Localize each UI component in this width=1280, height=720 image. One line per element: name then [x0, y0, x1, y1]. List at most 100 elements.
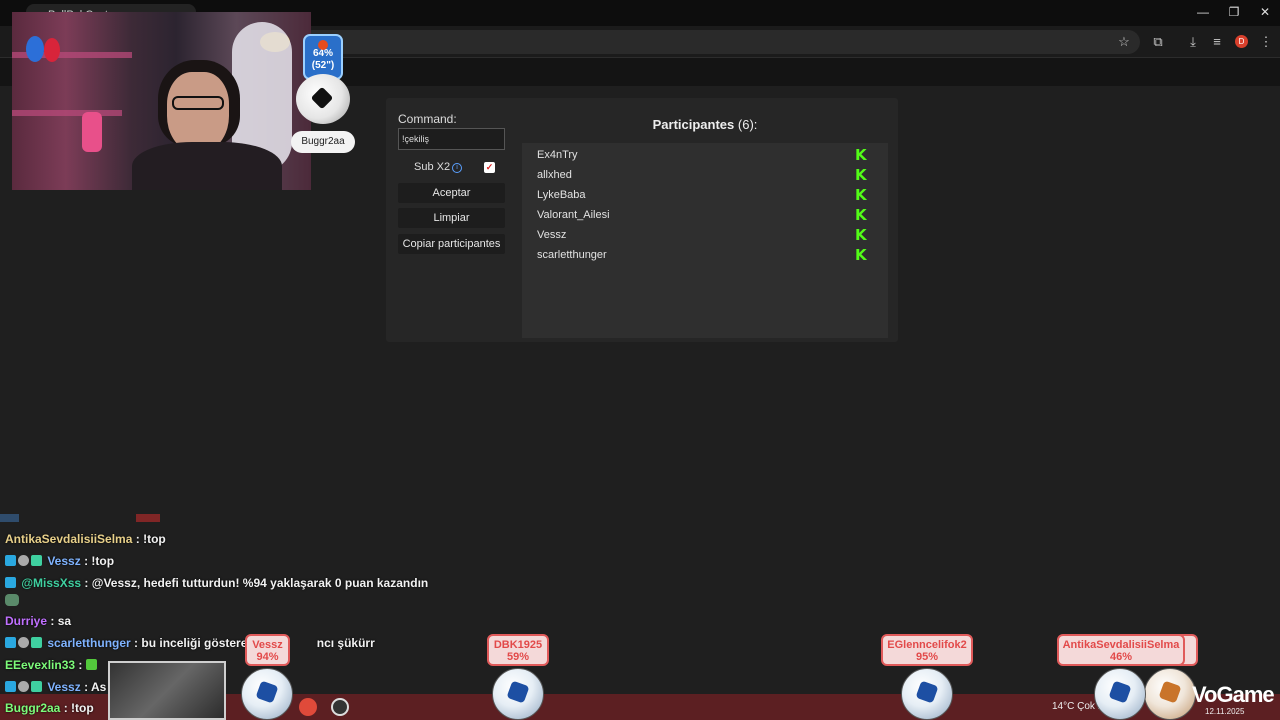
chat-message: @MissXss : @Vessz, hedefi tutturdun! %94… [5, 576, 428, 590]
participant-name: Valorant_Ailesi [537, 209, 610, 221]
participants-title: Participantes (6): [522, 117, 888, 132]
badge-icon [5, 555, 16, 566]
window-preview-thumbnail[interactable] [108, 661, 226, 720]
sub-x2-checkbox[interactable]: ✓ [484, 162, 495, 173]
menu-kebab-icon[interactable]: ⋮ [1257, 33, 1275, 51]
chat-text: : !top [84, 554, 115, 568]
ball-pct: 94% [256, 651, 279, 663]
badge-icon [5, 681, 16, 692]
clear-button[interactable]: Limpiar [398, 208, 505, 228]
ball-user: AntikaSevdalisiiSelma [1062, 639, 1180, 651]
chat-message: AntikaSevdalisiiSelma : !top [5, 532, 166, 546]
chat-text: : @Vessz, hedefi tutturdun! %94 yaklaşar… [84, 576, 429, 590]
ball-pct: 59% [506, 651, 530, 663]
emote-icon [85, 659, 97, 670]
ball-pct: 46% [1109, 651, 1133, 663]
ball-label: Vessz 94% [245, 634, 290, 666]
badge-icon [31, 637, 42, 648]
chat-text: : !top [63, 701, 94, 715]
chat-message: Durriye : sa [5, 614, 71, 628]
soccer-ball-icon [901, 668, 953, 720]
kick-icon: K [855, 246, 867, 264]
participants-list: Ex4nTry K allxhed K LykeBaba K Valorant_Ail… [522, 143, 888, 338]
streamer-face [167, 72, 229, 152]
chat-user: Buggr2aa [5, 701, 61, 715]
chat-message: Buggr2aa : !top [5, 701, 94, 715]
kick-icon: K [855, 206, 867, 224]
chat-cutoff-line [0, 514, 160, 522]
chat-message: Vessz : As ng [5, 680, 124, 694]
command-input[interactable] [398, 128, 505, 150]
kick-icon: K [855, 146, 867, 164]
kick-icon: K [855, 166, 867, 184]
copy-participants-button[interactable]: Copiar participantes [398, 234, 505, 254]
participant-row[interactable]: Valorant_Ailesi K [537, 205, 877, 225]
chat-text: : sa [50, 614, 72, 628]
reading-list-icon[interactable]: ≡ [1208, 33, 1226, 51]
badge-icon [18, 637, 29, 648]
ball-user: EGlenncelifok2 [887, 639, 967, 651]
address-bar[interactable] [300, 30, 1140, 54]
badge-icon [18, 555, 29, 566]
participant-row[interactable]: allxhed K [537, 165, 877, 185]
emote-icon [5, 594, 19, 606]
participant-row[interactable]: Ex4nTry K [537, 145, 877, 165]
chat-user: EEevexlin33 [5, 658, 76, 672]
soccer-ball-icon [241, 668, 293, 720]
badge-icon [5, 577, 16, 588]
participant-name: LykeBaba [537, 189, 586, 201]
participant-row[interactable]: Vessz K [537, 225, 877, 245]
sub-x2-label: Sub X2 [414, 161, 451, 173]
soccer-ball-icon [1144, 668, 1196, 720]
chrome-taskbar-icon[interactable] [299, 698, 317, 716]
chat-message: scarletthunger : bu inceliği gösteren ncı… [5, 636, 375, 650]
command-label: Command: [398, 112, 457, 126]
chat-text: : !top [135, 532, 166, 546]
soccer-ball-icon [1094, 668, 1146, 720]
soccer-ball-icon [296, 74, 350, 124]
participant-row[interactable]: LykeBaba K [537, 185, 877, 205]
toy-egg [44, 38, 60, 62]
clock-date[interactable]: 12.11.2025 [1205, 707, 1244, 716]
profile-avatar[interactable]: D [1235, 35, 1248, 48]
badge-icon [18, 681, 29, 692]
participants-label: Participantes [652, 117, 735, 132]
badge-icon [31, 681, 42, 692]
brand-watermark: VoGame [1192, 682, 1275, 707]
participant-name: Vessz [537, 229, 567, 241]
chat-user: scarletthunger [47, 636, 131, 650]
chat-user: Vessz [47, 554, 81, 568]
ball-pct: 95% [915, 651, 939, 663]
participant-name: scarletthunger [537, 249, 607, 261]
chat-text: : [78, 658, 83, 672]
chat-message: EEevexlin33 : [5, 658, 99, 672]
chat-text: : bu inceliği gösteren [134, 636, 255, 650]
toy-egg [26, 36, 44, 62]
close-icon[interactable]: ✕ [1250, 5, 1280, 19]
chat-text-tail: ncı şükürr [316, 636, 375, 650]
badge-icon [31, 555, 42, 566]
obs-taskbar-icon[interactable] [331, 698, 349, 716]
ball-user: DBK1925 [493, 639, 543, 651]
bookmark-star-icon[interactable]: ☆ [1115, 33, 1133, 51]
ball-time: (52") [311, 60, 335, 71]
participant-row[interactable]: scarletthunger K [537, 245, 877, 265]
download-icon[interactable]: ⤓ [1184, 33, 1202, 51]
badge-icon [5, 637, 16, 648]
chat-text: : As [84, 680, 107, 694]
kick-icon: K [855, 226, 867, 244]
restore-icon[interactable]: ❐ [1219, 5, 1249, 19]
minimize-icon[interactable]: — [1188, 5, 1218, 19]
shelf [12, 110, 122, 116]
ball-user-pill: Buggr2aa [291, 131, 355, 153]
ball-label: DBK1925 59% [487, 634, 549, 666]
extensions-icon[interactable]: ⧉ [1149, 33, 1167, 51]
participant-name: allxhed [537, 169, 572, 181]
ball-label: AntikaSevdalisiiSelma 46% [1057, 634, 1185, 666]
accept-button[interactable]: Aceptar [398, 183, 505, 203]
chat-user: AntikaSevdalisiiSelma [5, 532, 133, 546]
webcam-feed [12, 12, 311, 190]
info-icon[interactable]: i [452, 163, 462, 173]
participant-name: Ex4nTry [537, 149, 578, 161]
streamer-body [132, 142, 282, 190]
